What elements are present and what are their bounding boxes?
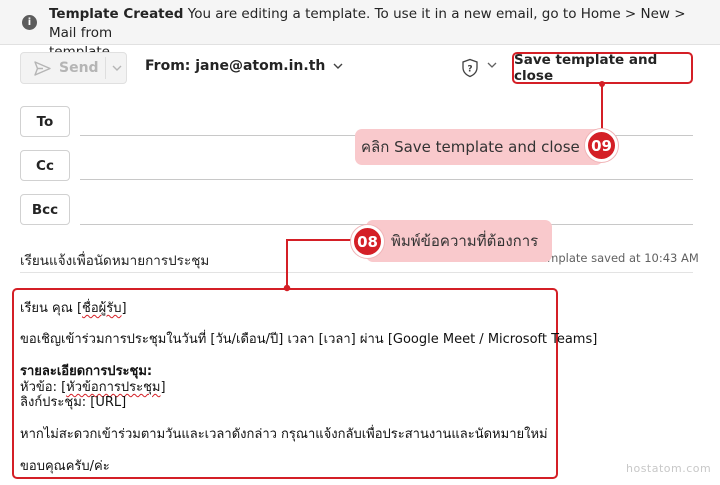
watermark: hostatom.com xyxy=(626,462,712,475)
step08-connector xyxy=(286,239,352,288)
step08-badge: 08 xyxy=(351,225,384,258)
step08-text: พิมพ์ข้อความที่ต้องการ xyxy=(391,232,539,250)
step09-badge: 09 xyxy=(585,129,618,162)
step08-connector-dot xyxy=(283,284,291,292)
step08-callout: พิมพ์ข้อความที่ต้องการ xyxy=(366,220,552,262)
step09-text: คลิก Save template and close xyxy=(361,138,580,156)
step09-connector-dot xyxy=(599,81,605,87)
step09-callout: คลิก Save template and close xyxy=(355,129,603,165)
